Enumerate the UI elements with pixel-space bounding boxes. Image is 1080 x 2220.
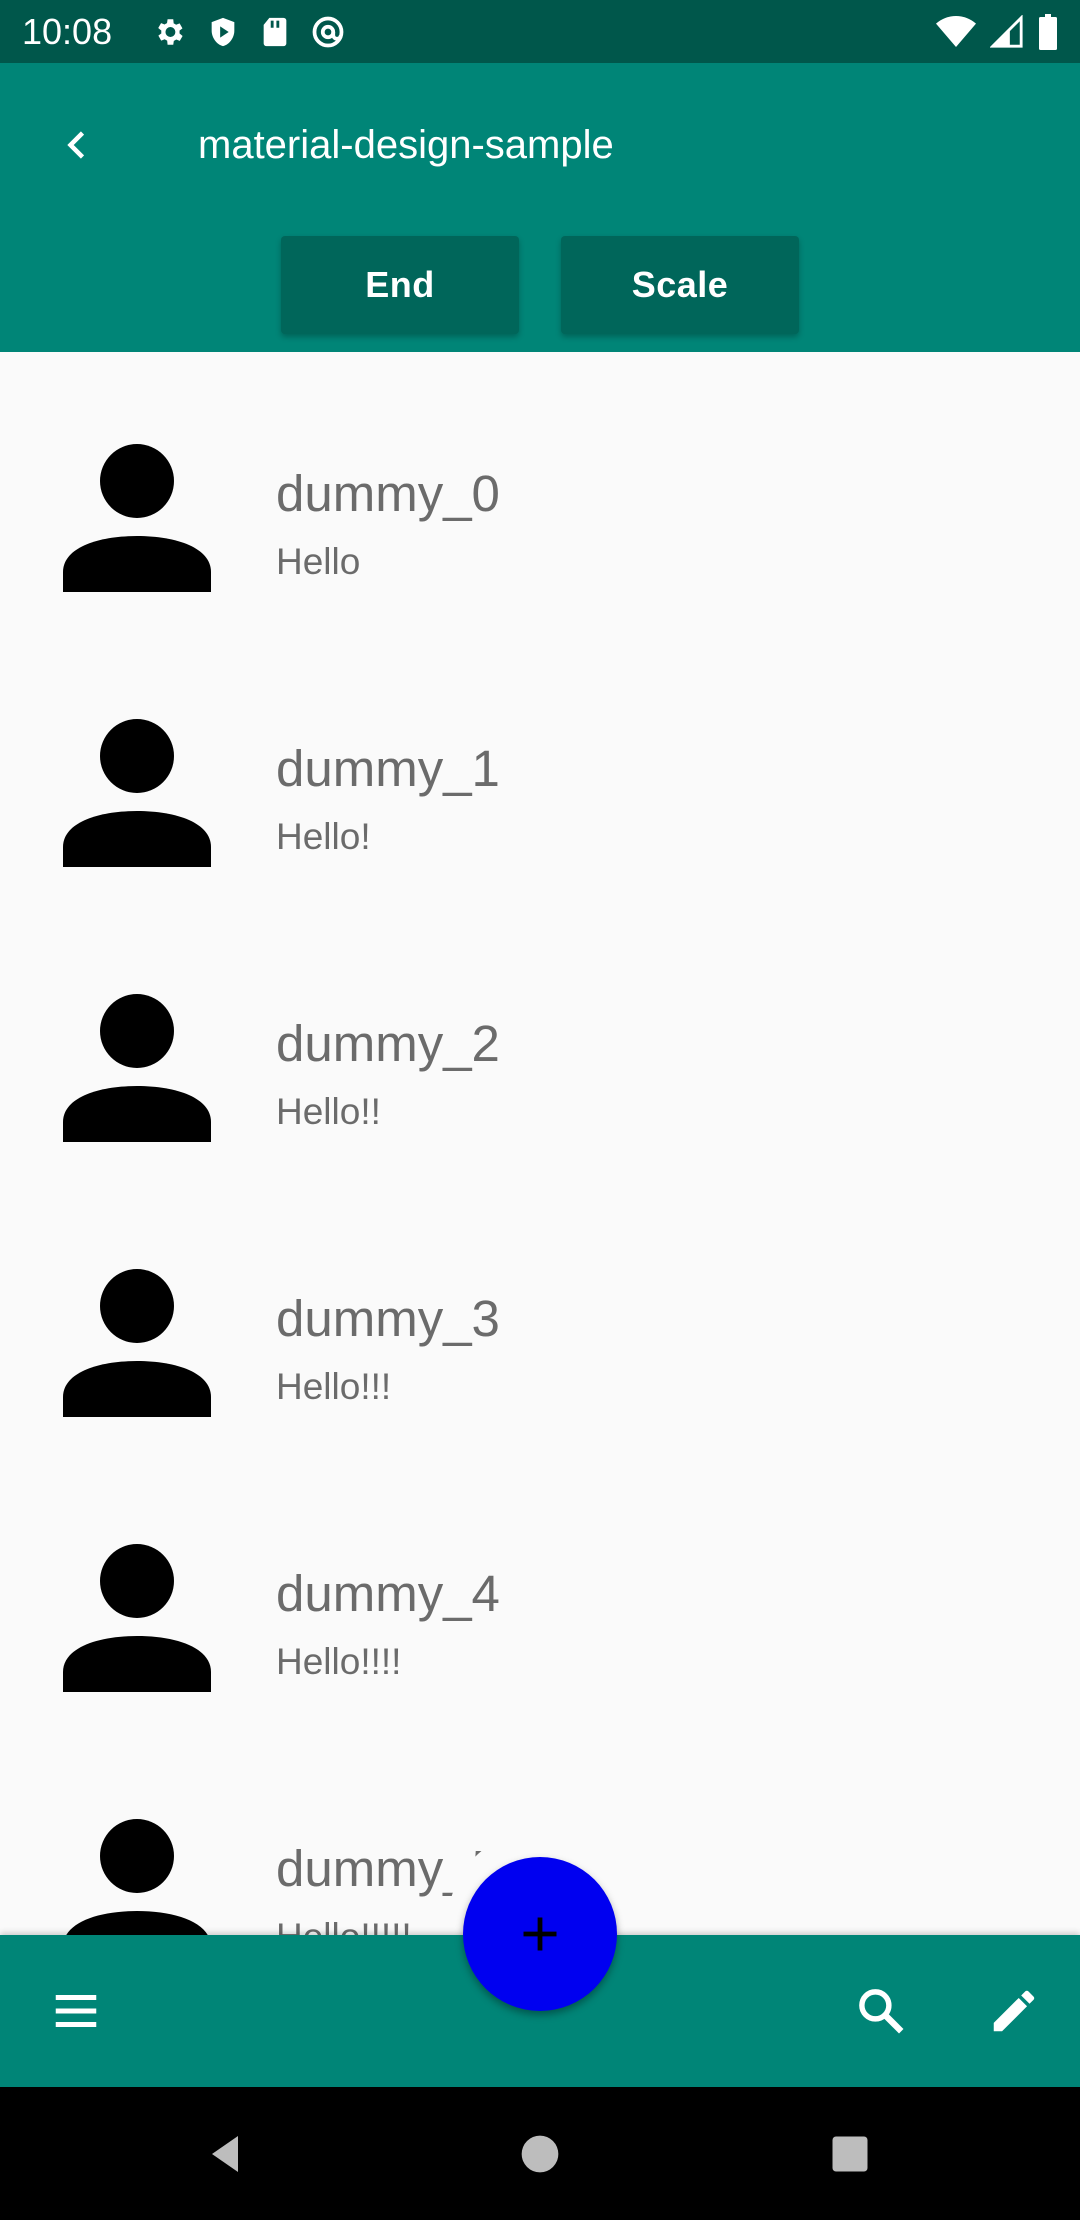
nav-home-button[interactable] bbox=[500, 2114, 580, 2194]
item-title: dummy_2 bbox=[276, 1015, 500, 1072]
nav-recents-icon bbox=[832, 2136, 868, 2172]
edit-button[interactable] bbox=[978, 1975, 1050, 2047]
at-sign-icon bbox=[312, 16, 344, 48]
item-subtitle: Hello!!! bbox=[276, 1366, 392, 1407]
person-icon bbox=[63, 719, 211, 867]
list-item[interactable]: dummy_4 Hello!!!! bbox=[0, 1452, 1080, 1727]
app-title: material-design-sample bbox=[198, 123, 614, 167]
app-bar: material-design-sample End Scale bbox=[0, 63, 1080, 352]
status-time: 10:08 bbox=[22, 11, 113, 52]
signal-icon bbox=[990, 15, 1023, 48]
search-icon bbox=[859, 1989, 904, 2034]
item-title: dummy_0 bbox=[276, 465, 500, 522]
settings-icon bbox=[158, 19, 183, 45]
item-title: dummy_4 bbox=[276, 1565, 500, 1622]
wifi-icon bbox=[936, 16, 976, 47]
menu-button[interactable] bbox=[40, 1975, 112, 2047]
item-subtitle: Hello bbox=[276, 541, 361, 582]
system-nav-bar bbox=[0, 2087, 1080, 2220]
list-item[interactable]: dummy_0 Hello bbox=[0, 352, 1080, 627]
status-icons-left bbox=[152, 14, 346, 50]
nav-back-button[interactable] bbox=[186, 2114, 266, 2194]
status-bar: 10:08 bbox=[0, 0, 1080, 63]
sd-card-icon bbox=[263, 17, 287, 47]
person-icon bbox=[66, 1819, 208, 1935]
plus-icon bbox=[523, 1917, 557, 1951]
person-icon bbox=[63, 994, 211, 1142]
contact-list: dummy_0 Hello dummy_1 Hello! dummy_2 Hel… bbox=[0, 352, 1080, 1935]
menu-icon bbox=[55, 1995, 97, 2027]
list-item[interactable]: dummy_2 Hello!! bbox=[0, 902, 1080, 1177]
item-subtitle: Hello! bbox=[276, 816, 371, 857]
person-icon bbox=[63, 1269, 211, 1417]
shield-icon bbox=[211, 17, 235, 47]
add-fab-button[interactable] bbox=[463, 1857, 617, 2011]
nav-home-icon bbox=[521, 2135, 559, 2173]
list-item[interactable]: dummy_1 Hello! bbox=[0, 627, 1080, 902]
person-icon bbox=[63, 1544, 211, 1692]
item-title: dummy_1 bbox=[276, 740, 500, 797]
end-button[interactable]: End bbox=[281, 236, 519, 334]
battery-icon bbox=[1039, 14, 1057, 50]
chevron-left-icon bbox=[67, 131, 85, 159]
person-icon bbox=[63, 444, 211, 592]
scale-button[interactable]: Scale bbox=[561, 236, 799, 334]
list-item[interactable]: dummy_3 Hello!!! bbox=[0, 1177, 1080, 1452]
search-button[interactable] bbox=[845, 1975, 917, 2047]
nav-recents-button[interactable] bbox=[810, 2114, 890, 2194]
item-subtitle: Hello!!!! bbox=[276, 1641, 402, 1682]
item-subtitle: Hello!! bbox=[276, 1091, 381, 1132]
status-icons-right bbox=[936, 12, 1058, 52]
back-button[interactable] bbox=[48, 115, 108, 175]
edit-icon bbox=[993, 1990, 1035, 2032]
item-title: dummy_3 bbox=[276, 1290, 500, 1347]
nav-back-icon bbox=[212, 2136, 238, 2172]
item-subtitle: Hello!!!!! bbox=[276, 1915, 412, 1935]
